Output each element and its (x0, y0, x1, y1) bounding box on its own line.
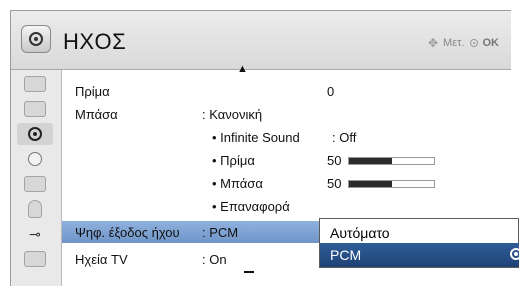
sidebar-item-setup[interactable] (17, 73, 53, 95)
bars-icon (24, 251, 46, 267)
calendar-icon (24, 176, 46, 192)
row-value: • Μπάσα (212, 176, 263, 191)
scroll-up-arrow-icon[interactable]: ▲ (237, 63, 248, 75)
sidebar-item-input[interactable]: ⊸ (17, 223, 53, 245)
tv-screen-icon (24, 101, 46, 117)
popup-option-pcm[interactable]: PCM (320, 243, 519, 267)
digital-audio-out-popup: Αυτόματο PCM (319, 218, 519, 268)
sidebar-item-audio[interactable] (17, 123, 53, 145)
audio-icon (28, 127, 42, 141)
satellite-dish-icon (24, 76, 46, 92)
sidebar-item-schedule[interactable] (17, 173, 53, 195)
row-value: • Infinite Sound (212, 130, 300, 145)
ok-hint-label: OK (482, 37, 500, 49)
page-title: ΗΧΟΣ (63, 29, 127, 54)
plug-icon: ⊸ (29, 225, 41, 242)
move-hint-label: Μετ. (443, 37, 465, 49)
sidebar-item-time[interactable] (17, 148, 53, 170)
sidebar-item-lock[interactable] (17, 198, 53, 220)
ok-button-icon (469, 39, 478, 47)
sidebar-item-picture[interactable] (17, 98, 53, 120)
popup-option-auto[interactable]: Αυτόματο (320, 221, 519, 245)
treble-level-fill (349, 158, 392, 164)
menu-row-infinite-sound[interactable]: • Infinite Sound : Off (62, 126, 511, 148)
bass-level-fill (349, 181, 392, 187)
row-extra: : Off (332, 130, 357, 145)
menu-header: ΗΧΟΣ ✥ Μετ. OK (11, 11, 511, 70)
radio-selected-icon (510, 248, 519, 260)
row-extra: 50 (327, 176, 342, 191)
row-label: Ψηφ. έξοδος ήχου (75, 225, 180, 240)
menu-sidebar: ⊸ (11, 70, 62, 286)
navigation-arrows-icon: ✥ (427, 36, 439, 50)
row-label: Πρίμα (75, 84, 110, 99)
row-extra: 0 (327, 84, 335, 99)
key-hint: ✥ Μετ. OK (428, 36, 499, 50)
row-value: • Επαναφορά (212, 199, 290, 214)
row-value: : Κανονική (202, 107, 263, 122)
menu-row-treble-level[interactable]: • Πρίμα 50 (62, 149, 511, 171)
menu-row-reset[interactable]: • Επαναφορά (62, 195, 511, 217)
clock-icon (28, 152, 42, 166)
bass-level-bar[interactable] (348, 180, 435, 188)
row-extra: 50 (327, 153, 342, 168)
audio-icon (21, 25, 51, 53)
row-value: : On (202, 252, 227, 267)
menu-row-bass-level[interactable]: • Μπάσα 50 (62, 172, 511, 194)
menu-row-bass[interactable]: Μπάσα : Κανονική (62, 103, 511, 125)
row-value: : PCM (202, 225, 239, 240)
row-label: Μπάσα (75, 107, 118, 122)
row-label: Ηχεία TV (75, 252, 128, 267)
menu-row-treble[interactable]: Πρίμα 0 (62, 80, 511, 102)
treble-level-bar[interactable] (348, 157, 435, 165)
sidebar-item-option[interactable] (17, 248, 53, 270)
row-value: • Πρίμα (212, 153, 255, 168)
lock-icon (28, 200, 42, 218)
scroll-down-indicator[interactable] (244, 271, 254, 273)
